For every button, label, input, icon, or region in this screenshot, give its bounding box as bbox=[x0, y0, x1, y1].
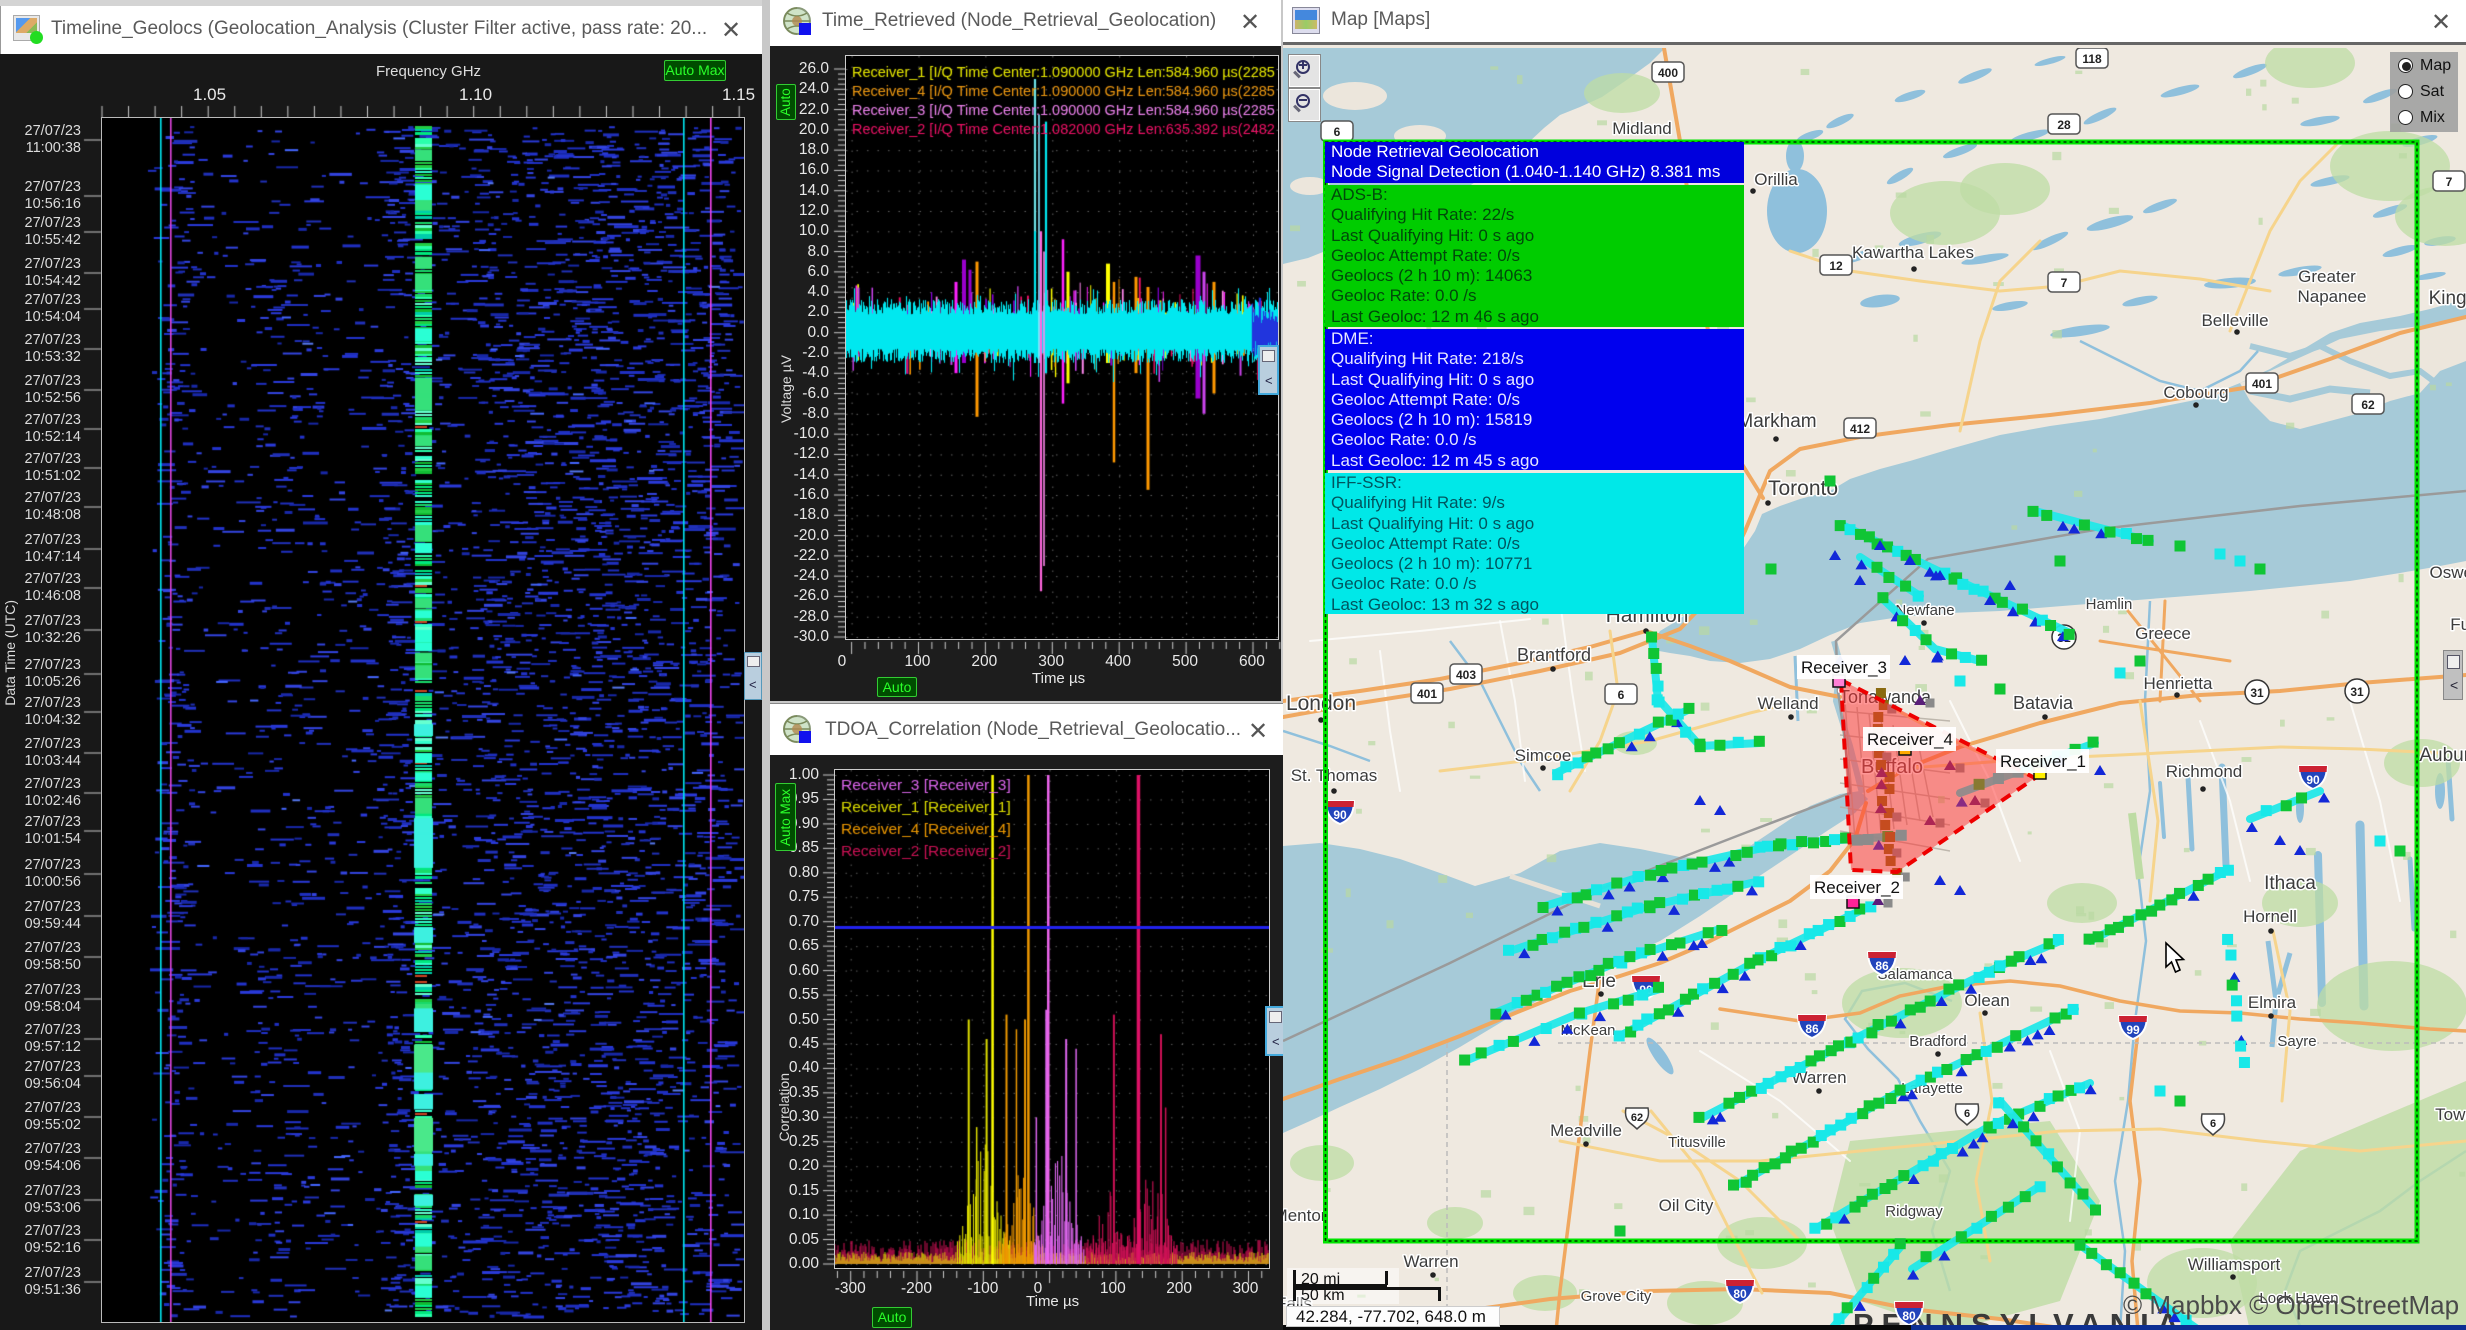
svg-text:6: 6 bbox=[1334, 125, 1341, 139]
svg-text:St. Thomas: St. Thomas bbox=[1291, 766, 1378, 785]
svg-text:Receiver_3: Receiver_3 bbox=[1801, 658, 1887, 677]
svg-text:80: 80 bbox=[1733, 1287, 1747, 1301]
svg-text:Cobourg: Cobourg bbox=[2163, 383, 2228, 402]
svg-text:Towa: Towa bbox=[2435, 1105, 2466, 1124]
svg-text:Orillia: Orillia bbox=[1754, 170, 1798, 189]
svg-text:Greece: Greece bbox=[2135, 624, 2191, 643]
svg-text:Kawartha Lakes: Kawartha Lakes bbox=[1852, 243, 1974, 262]
svg-text:86: 86 bbox=[1875, 959, 1889, 973]
svg-text:Receiver_1: Receiver_1 bbox=[2000, 752, 2086, 771]
svg-text:31: 31 bbox=[2250, 686, 2264, 700]
svg-text:7: 7 bbox=[2061, 276, 2068, 290]
svg-text:Brantford: Brantford bbox=[1517, 645, 1591, 665]
svg-text:6: 6 bbox=[1964, 1108, 1970, 1120]
svg-text:401: 401 bbox=[1417, 687, 1437, 701]
svg-text:Auburn: Auburn bbox=[2419, 745, 2466, 766]
svg-text:Ithaca: Ithaca bbox=[2264, 873, 2316, 894]
svg-text:6: 6 bbox=[1618, 688, 1625, 702]
svg-text:31: 31 bbox=[2350, 685, 2364, 699]
svg-text:62: 62 bbox=[1631, 1112, 1643, 1124]
svg-text:Sayre: Sayre bbox=[2277, 1033, 2316, 1050]
svg-text:Hamlin: Hamlin bbox=[2086, 596, 2133, 613]
svg-text:Mentor: Mentor bbox=[1283, 1206, 1327, 1225]
svg-text:403: 403 bbox=[1456, 668, 1476, 682]
svg-text:90: 90 bbox=[1333, 808, 1347, 822]
svg-text:28: 28 bbox=[2057, 118, 2071, 132]
svg-text:Napanee: Napanee bbox=[2297, 287, 2366, 306]
svg-text:62: 62 bbox=[2361, 398, 2375, 412]
svg-text:Batavia: Batavia bbox=[2013, 693, 2074, 713]
svg-text:Warren: Warren bbox=[1403, 1252, 1458, 1271]
svg-text:Ful: Ful bbox=[2450, 615, 2466, 634]
svg-text:Grove City: Grove City bbox=[1581, 1288, 1652, 1305]
svg-text:12: 12 bbox=[1829, 259, 1843, 273]
svg-text:Belleville: Belleville bbox=[2201, 311, 2268, 330]
svg-text:Titusville: Titusville bbox=[1668, 1134, 1726, 1151]
svg-text:Bradford: Bradford bbox=[1909, 1033, 1967, 1050]
svg-text:Olean: Olean bbox=[1964, 991, 2009, 1010]
svg-text:99: 99 bbox=[2126, 1023, 2140, 1037]
svg-text:Receiver_2: Receiver_2 bbox=[1814, 878, 1900, 897]
svg-text:Greater: Greater bbox=[2298, 267, 2356, 286]
svg-text:118: 118 bbox=[2082, 52, 2102, 66]
svg-text:Hornell: Hornell bbox=[2243, 907, 2297, 926]
svg-text:412: 412 bbox=[1850, 422, 1870, 436]
svg-text:Ridgway: Ridgway bbox=[1885, 1203, 1943, 1220]
svg-text:Osweg: Osweg bbox=[2430, 563, 2466, 582]
svg-text:Oil City: Oil City bbox=[1659, 1196, 1714, 1215]
svg-text:Meadville: Meadville bbox=[1550, 1121, 1622, 1140]
svg-text:90: 90 bbox=[2306, 773, 2320, 787]
svg-text:Midland: Midland bbox=[1612, 119, 1672, 138]
svg-text:Henrietta: Henrietta bbox=[2144, 674, 2214, 693]
svg-text:Receiver_4: Receiver_4 bbox=[1867, 730, 1953, 749]
svg-text:401: 401 bbox=[2252, 377, 2272, 391]
svg-text:Kingst: Kingst bbox=[2429, 288, 2466, 309]
svg-text:Richmond: Richmond bbox=[2166, 762, 2243, 781]
svg-text:80: 80 bbox=[1902, 1309, 1916, 1323]
svg-text:Williamsport: Williamsport bbox=[2188, 1255, 2281, 1274]
svg-text:Elmira: Elmira bbox=[2248, 993, 2297, 1012]
svg-text:7: 7 bbox=[2446, 175, 2453, 189]
svg-text:Welland: Welland bbox=[1757, 694, 1818, 713]
svg-text:6: 6 bbox=[2210, 1118, 2216, 1130]
svg-text:Markham: Markham bbox=[1737, 411, 1816, 432]
svg-text:400: 400 bbox=[1658, 66, 1678, 80]
svg-text:London: London bbox=[1286, 692, 1356, 715]
svg-text:86: 86 bbox=[1805, 1022, 1819, 1036]
